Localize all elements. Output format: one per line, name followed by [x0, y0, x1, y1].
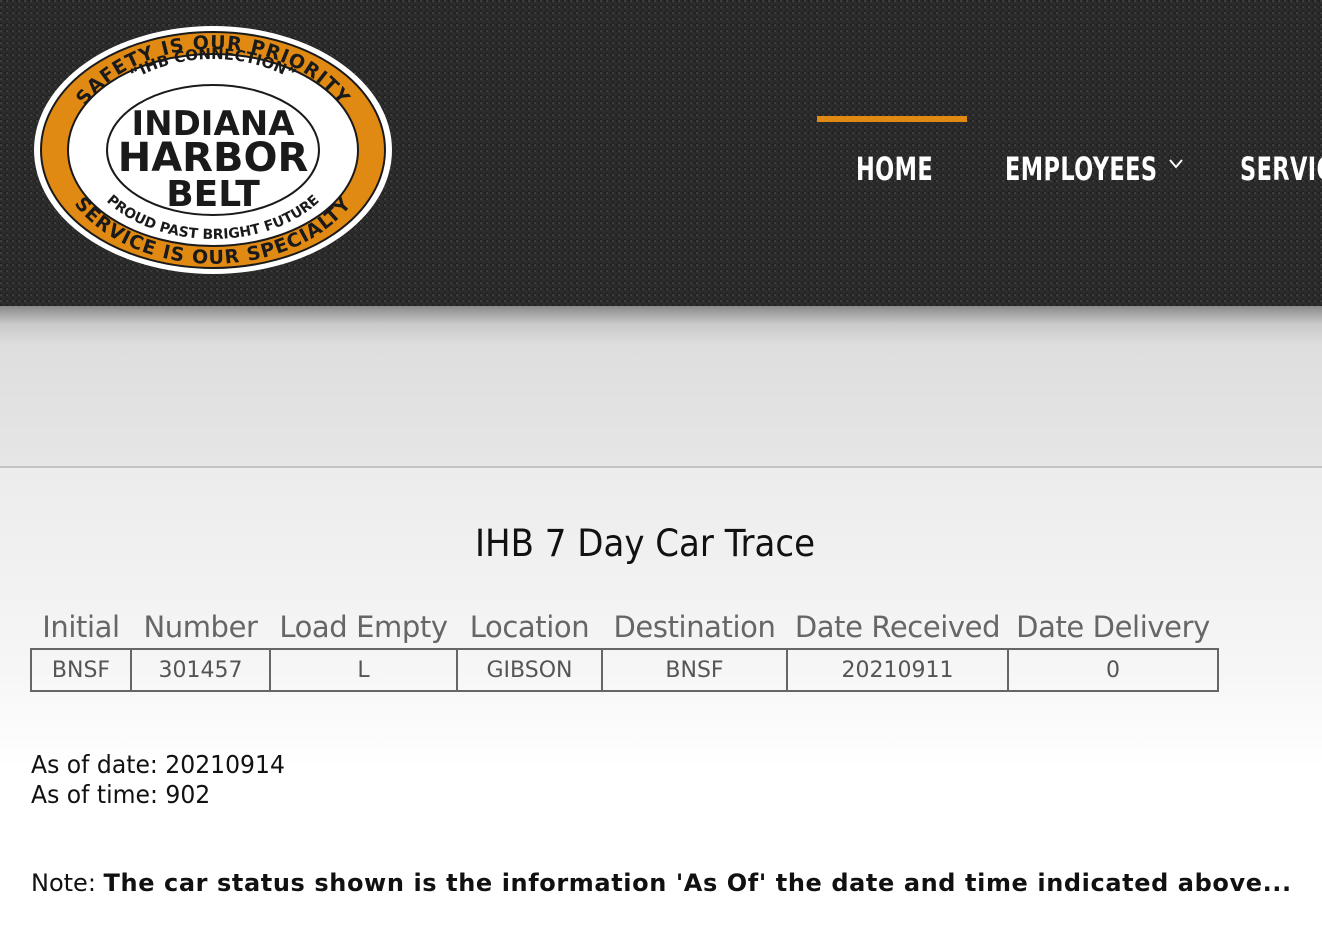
status-note: Note: The car status shown is the inform… — [31, 869, 1292, 897]
column-header: Initial — [42, 610, 120, 644]
column-header: Number — [143, 610, 258, 644]
as-of-date-label: As of date: — [31, 750, 158, 779]
as-of-time-label: As of time: — [31, 780, 158, 809]
nav-item-home[interactable]: HOME — [856, 150, 933, 188]
ihb-logo[interactable]: SAFETY IS OUR PRIORITY SERVICE IS OUR SP… — [32, 23, 394, 277]
column-header: Date Received — [794, 610, 1001, 644]
page-title: IHB 7 Day Car Trace — [474, 522, 816, 565]
car-trace-table: Initial Number Load Empty Location Desti… — [30, 600, 1219, 692]
nav-item-employees[interactable]: EMPLOYEES — [1005, 150, 1157, 188]
table-cell: BNSF — [601, 648, 788, 692]
table-cell: 20210911 — [786, 648, 1009, 692]
table-cell: GIBSON — [456, 648, 603, 692]
table-cell: BNSF — [30, 648, 132, 692]
as-of-date-value: 20210914 — [165, 750, 285, 779]
table-cell: 301457 — [130, 648, 271, 692]
main-nav: HOME EMPLOYEES SERVIC — [816, 0, 1322, 306]
nav-item-services[interactable]: SERVIC — [1240, 150, 1322, 188]
page-banner — [0, 306, 1322, 468]
logo-line3: BELT — [166, 174, 260, 215]
table-row: BNSF 301457 L GIBSON BNSF 20210911 0 — [30, 648, 1219, 692]
column-header: Date Delivery — [1016, 610, 1210, 644]
note-label: Note: — [31, 869, 96, 897]
as-of-time: As of time: 902 — [31, 780, 285, 810]
as-of-date: As of date: 20210914 — [31, 750, 285, 780]
as-of-info: As of date: 20210914 As of time: 902 — [31, 750, 285, 810]
chevron-down-icon[interactable] — [1168, 158, 1184, 170]
note-text: The car status shown is the information … — [103, 869, 1292, 897]
column-header: Destination — [613, 610, 776, 644]
table-cell: L — [269, 648, 458, 692]
table-cell: 0 — [1007, 648, 1219, 692]
site-header: SAFETY IS OUR PRIORITY SERVICE IS OUR SP… — [0, 0, 1322, 306]
nav-active-indicator — [817, 116, 967, 122]
column-header: Location — [469, 610, 590, 644]
as-of-time-value: 902 — [165, 780, 211, 809]
column-header: Load Empty — [279, 610, 448, 644]
table-header-row: Initial Number Load Empty Location Desti… — [31, 600, 1218, 649]
